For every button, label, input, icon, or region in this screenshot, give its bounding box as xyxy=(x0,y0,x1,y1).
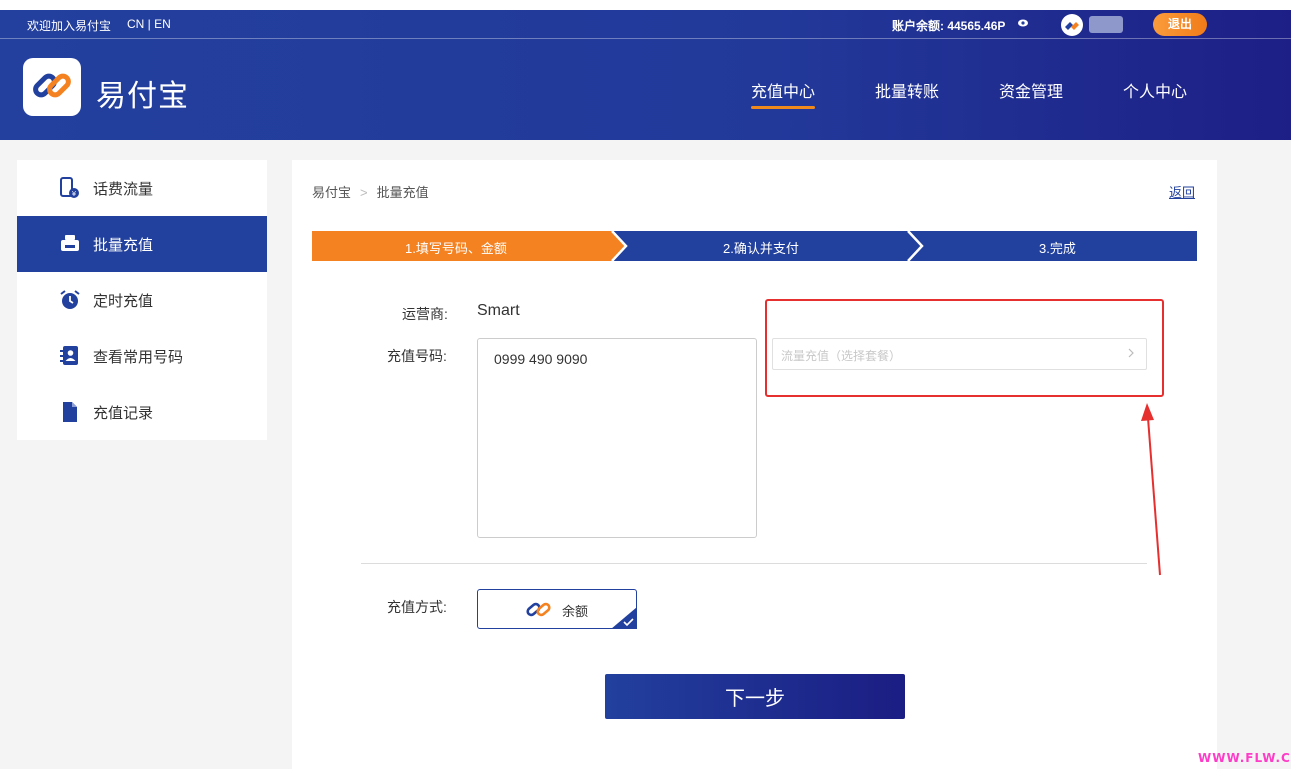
sidebar-item-label: 批量充值 xyxy=(93,237,154,254)
check-icon xyxy=(611,607,637,629)
sidebar-item-label: 定时充值 xyxy=(93,293,154,310)
highlight-box xyxy=(765,299,1164,397)
divider xyxy=(361,563,1147,564)
main-panel: 易付宝 > 批量充值 返回 1.填写号码、金额 2.确认并支付 3.完成 运营商: … xyxy=(292,160,1217,769)
next-step-button[interactable]: 下一步 xyxy=(605,674,905,719)
operator-value: Smart xyxy=(477,302,520,319)
language-switch[interactable]: CN | EN xyxy=(127,17,171,31)
brand-name: 易付宝 xyxy=(96,80,189,113)
brand-logo[interactable] xyxy=(23,58,81,116)
step-3: 3.完成 xyxy=(1039,241,1076,256)
contacts-icon xyxy=(60,346,78,365)
breadcrumb-home[interactable]: 易付宝 xyxy=(312,185,351,200)
phone-icon: ¥ xyxy=(60,177,79,198)
sidebar-item-batch-recharge[interactable]: 批量充值 xyxy=(17,216,267,272)
top-strip xyxy=(0,0,1291,10)
printer-icon xyxy=(61,235,79,251)
brand-logo-icon xyxy=(526,602,551,617)
nav-item-batch-transfer[interactable]: 批量转账 xyxy=(875,78,939,102)
header: 欢迎加入易付宝 CN | EN 账户余额: 44565.46P 退出 易付宝 充… xyxy=(0,10,1291,140)
payment-option-balance[interactable]: 余额 xyxy=(477,589,637,629)
sidebar-item-label: 查看常用号码 xyxy=(93,349,184,366)
eye-icon[interactable] xyxy=(1018,19,1028,27)
nav-item-fund-management[interactable]: 资金管理 xyxy=(999,78,1063,102)
avatar[interactable] xyxy=(1061,14,1083,36)
account-balance: 账户余额: 44565.46P xyxy=(892,19,1006,33)
phone-label: 充值号码: xyxy=(387,348,447,364)
brand-logo-icon xyxy=(33,73,71,98)
svg-text:¥: ¥ xyxy=(72,190,77,198)
nav-item-personal-center[interactable]: 个人中心 xyxy=(1123,78,1187,102)
brand-logo-icon xyxy=(1065,22,1079,30)
alarm-clock-icon xyxy=(60,290,80,309)
nav-item-recharge-center[interactable]: 充值中心 xyxy=(751,78,815,102)
watermark: WWW.FLW.COOL xyxy=(1198,751,1291,765)
operator-label: 运营商: xyxy=(402,306,448,322)
step-2: 2.确认并支付 xyxy=(723,241,799,256)
back-link[interactable]: 返回 xyxy=(1169,182,1195,201)
phone-numbers-input[interactable]: 0999 490 9090 xyxy=(477,338,757,538)
sidebar-item-frequent-numbers[interactable]: 查看常用号码 xyxy=(17,328,267,384)
welcome-text: 欢迎加入易付宝 xyxy=(27,19,112,33)
utility-bar: 欢迎加入易付宝 CN | EN 账户余额: 44565.46P 退出 xyxy=(0,10,1291,39)
logout-button[interactable]: 退出 xyxy=(1153,13,1207,36)
step-progress: 1.填写号码、金额 2.确认并支付 3.完成 xyxy=(312,231,1197,261)
breadcrumb-current: 批量充值 xyxy=(376,185,429,200)
document-icon xyxy=(63,402,77,422)
sidebar-item-scheduled-recharge[interactable]: 定时充值 xyxy=(17,272,267,328)
breadcrumb: 易付宝 > 批量充值 xyxy=(312,182,429,201)
breadcrumb-separator: > xyxy=(360,185,368,200)
sidebar-item-recharge-records[interactable]: 充值记录 xyxy=(17,384,267,440)
nav-active-indicator xyxy=(751,106,815,109)
sidebar-item-phone-data[interactable]: ¥ 话费流量 xyxy=(17,160,267,216)
sidebar-item-label: 话费流量 xyxy=(93,181,154,198)
username-masked xyxy=(1089,16,1123,33)
payment-option-label: 余额 xyxy=(562,604,589,619)
payment-method-label: 充值方式: xyxy=(387,599,447,615)
step-1: 1.填写号码、金额 xyxy=(405,241,507,256)
sidebar-item-label: 充值记录 xyxy=(93,405,154,422)
sidebar: ¥ 话费流量 批量充值 定时充值 查看常用号码 充值记录 xyxy=(17,160,267,440)
